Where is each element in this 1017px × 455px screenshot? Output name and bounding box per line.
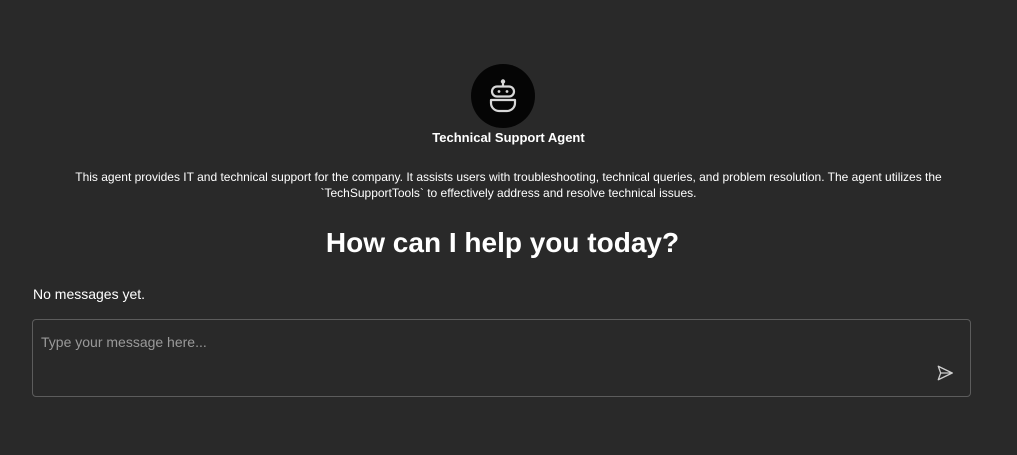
agent-name: Technical Support Agent xyxy=(432,130,585,145)
send-icon xyxy=(937,365,953,381)
chat-page: Technical Support Agent This agent provi… xyxy=(0,0,1017,455)
send-button[interactable] xyxy=(934,362,956,384)
robot-icon xyxy=(489,79,517,113)
empty-messages-note: No messages yet. xyxy=(33,286,146,302)
agent-avatar xyxy=(471,64,535,128)
agent-description: This agent provides IT and technical sup… xyxy=(75,170,942,200)
welcome-headline: How can I help you today? xyxy=(325,227,680,258)
message-composer xyxy=(32,319,971,397)
message-input[interactable] xyxy=(41,332,921,384)
